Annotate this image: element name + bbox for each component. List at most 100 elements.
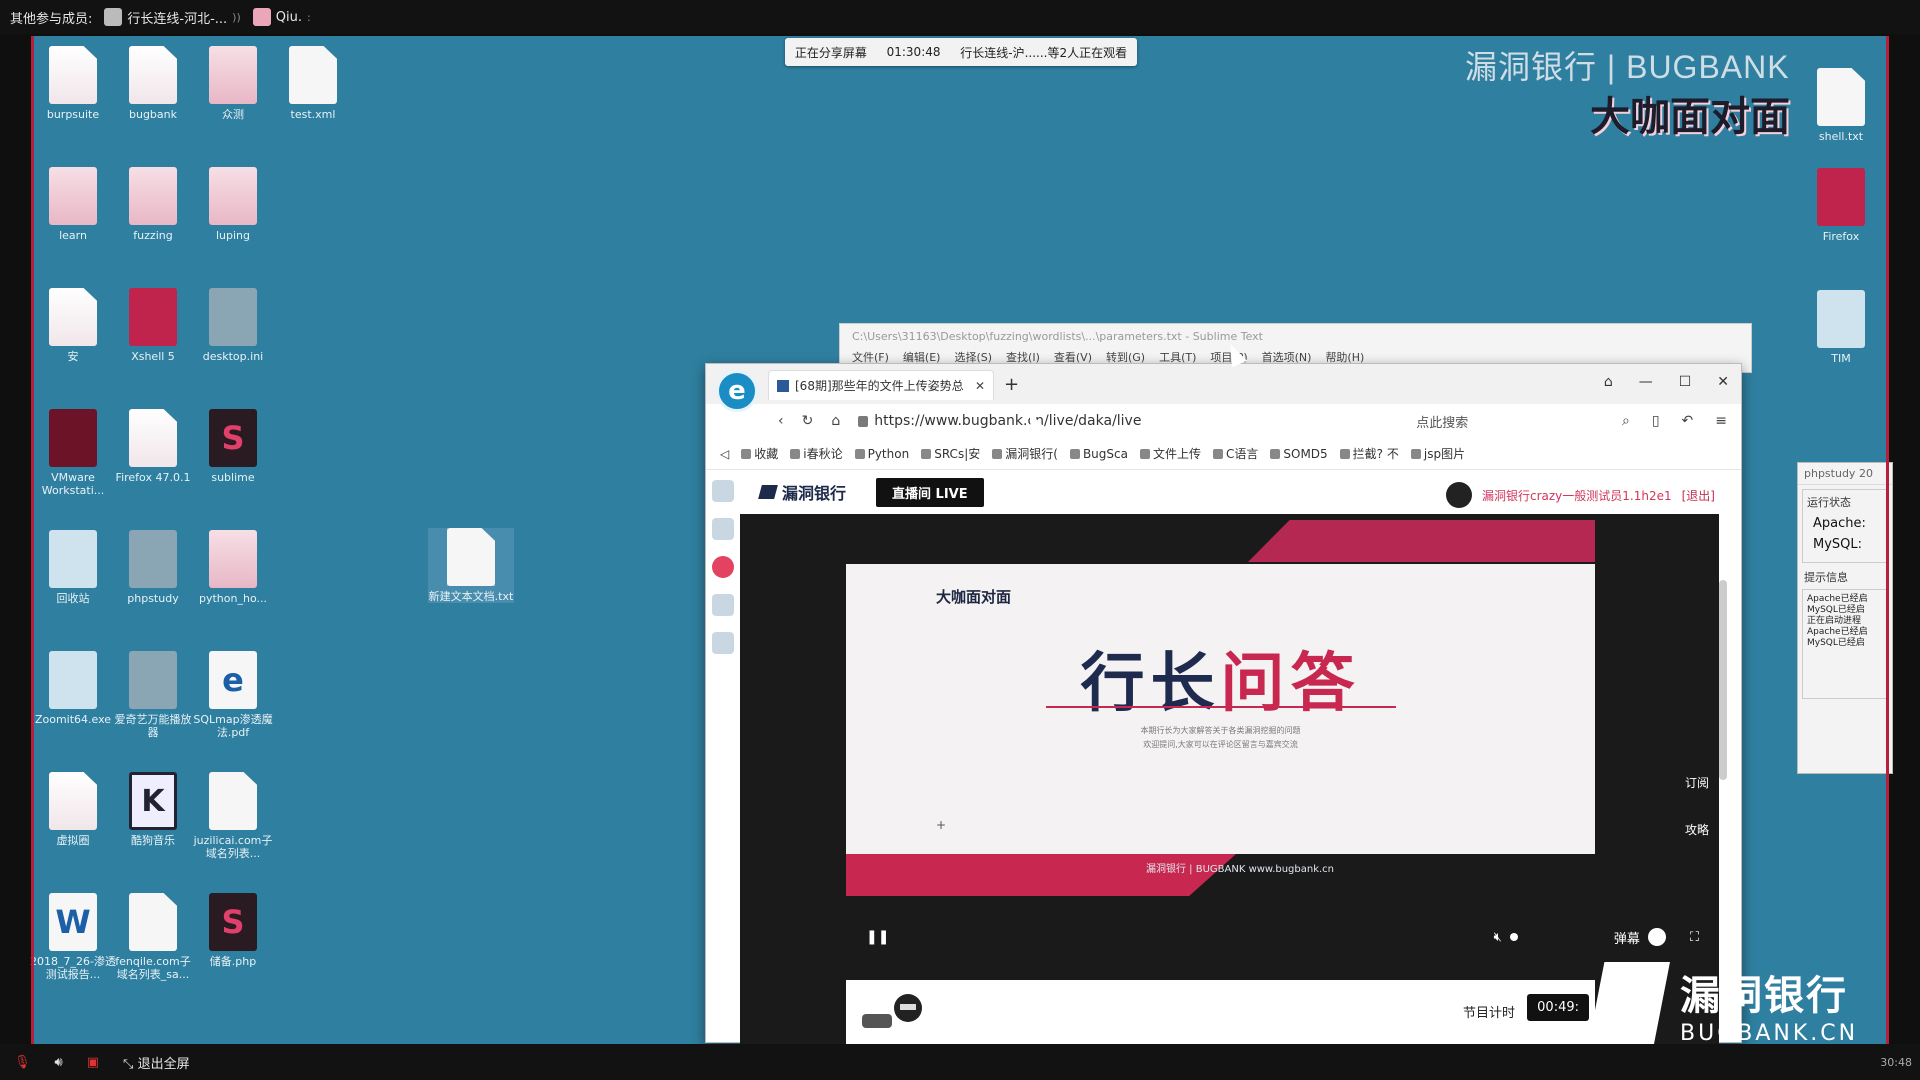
- weibo-icon[interactable]: [712, 556, 734, 578]
- desktop-icon[interactable]: VMware Workstati...: [30, 409, 116, 497]
- page-scrollbar[interactable]: [1719, 580, 1727, 780]
- desktop-icon-label: 虚拟圈: [56, 834, 90, 847]
- desktop-icon[interactable]: learn: [30, 167, 116, 242]
- desktop-icon[interactable]: fenqile.com子域名列表_sa...: [110, 893, 196, 981]
- maximize-icon[interactable]: ☐: [1679, 374, 1692, 390]
- bookmark-item[interactable]: 拦截? 不: [1339, 445, 1399, 462]
- desktop-icon[interactable]: Firefox: [1798, 168, 1884, 243]
- close-icon[interactable]: ✕: [1717, 374, 1729, 390]
- url-field[interactable]: https://www.bugbank.cn/live/daka/live: [858, 413, 1278, 429]
- desktop-icon[interactable]: fuzzing: [110, 167, 196, 242]
- desktop-icon[interactable]: bugbank: [110, 46, 196, 121]
- back-icon[interactable]: ‹: [778, 413, 784, 429]
- bookmark-item[interactable]: 文件上传: [1139, 445, 1201, 462]
- desktop-icon[interactable]: TIM: [1798, 290, 1884, 365]
- desktop-icon[interactable]: 安: [30, 288, 116, 363]
- tab-bar: e [68期]那些年的文件上传姿势总 ✕ + ⌂ — ☐ ✕: [706, 364, 1741, 412]
- fullscreen-icon[interactable]: ⛶: [1690, 930, 1699, 945]
- browser-logo-icon[interactable]: e: [716, 370, 758, 412]
- sidebar-icon[interactable]: [712, 632, 734, 654]
- close-tab-icon[interactable]: ✕: [975, 379, 985, 393]
- new-tab-icon[interactable]: +: [1004, 374, 1019, 395]
- desktop-icon[interactable]: W 2018_7_26-渗透测试报告...: [30, 893, 116, 981]
- desktop-icon[interactable]: Zoomit64.exe: [30, 651, 116, 726]
- shirt-icon[interactable]: ⌂: [1604, 374, 1613, 390]
- browser-tab[interactable]: [68期]那些年的文件上传姿势总 ✕: [768, 370, 994, 400]
- exit-fullscreen-button[interactable]: ⤡ 退出全屏: [123, 1053, 190, 1072]
- desktop-icon[interactable]: Firefox 47.0.1: [110, 409, 196, 484]
- pause-icon[interactable]: ❚❚: [866, 929, 889, 945]
- mic-muted-icon[interactable]: 🎙︎: [14, 1055, 31, 1070]
- bookmark-item[interactable]: SOMD5: [1270, 447, 1328, 461]
- desktop-icon[interactable]: juzilicai.com子域名列表...: [190, 772, 276, 860]
- desktop-icon-label: 众测: [222, 108, 244, 121]
- speaker-icon[interactable]: 🔊︎: [55, 1055, 63, 1070]
- camera-off-icon[interactable]: ▣: [87, 1055, 99, 1070]
- bookmark-item[interactable]: C语言: [1212, 445, 1258, 462]
- frame-edge: [31, 36, 34, 1044]
- desktop-icon[interactable]: e SQLmap渗透魔法.pdf: [190, 651, 276, 739]
- desktop-icon[interactable]: S 储备.php: [190, 893, 276, 968]
- sidebar-icon[interactable]: [712, 518, 734, 540]
- barrage-toggle[interactable]: [1647, 928, 1666, 946]
- sidebar-icon[interactable]: [712, 480, 734, 502]
- subscribe-button[interactable]: 订阅: [1685, 774, 1709, 791]
- desktop-icon[interactable]: phpstudy: [110, 530, 196, 605]
- desktop-icon[interactable]: 回收站: [30, 530, 116, 605]
- bookmark-item[interactable]: SRCs|安: [921, 445, 980, 462]
- bookmark-item[interactable]: 漏洞银行(: [992, 445, 1058, 462]
- member-item[interactable]: 行长连线-河北-... )): [104, 8, 241, 27]
- live-room-button[interactable]: 直播间 LIVE: [876, 477, 984, 507]
- phpstudy-window[interactable]: phpstudy 20 运行状态 Apache: MySQL: 提示信息 Apa…: [1797, 462, 1893, 774]
- user-name[interactable]: 漏洞银行crazy一般测试员1.1h2e1: [1482, 487, 1672, 504]
- mute-icon[interactable]: 🔇︎: [1494, 930, 1502, 945]
- collapse-icon[interactable]: ◁: [720, 447, 729, 461]
- desktop-icon[interactable]: luping: [190, 167, 276, 242]
- bookmark-item[interactable]: i春秋论: [790, 445, 843, 462]
- guide-button[interactable]: 攻略: [1685, 821, 1709, 838]
- file-icon: [209, 167, 257, 225]
- bookmark-icon[interactable]: ▯: [1652, 413, 1660, 429]
- desktop-icon[interactable]: 新建文本文档.txt: [428, 528, 514, 603]
- player-controls: ❚❚ 🔇︎ 弹幕 ⛶: [846, 922, 1719, 952]
- desktop-icon[interactable]: python_ho...: [190, 530, 276, 605]
- minimize-icon[interactable]: —: [1639, 374, 1653, 390]
- desktop-icon[interactable]: desktop.ini: [190, 288, 276, 363]
- desktop-icon-label: 储备.php: [209, 955, 257, 968]
- browser-window[interactable]: e [68期]那些年的文件上传姿势总 ✕ + ⌂ — ☐ ✕ ‹ ↻ ⌂ htt…: [705, 363, 1742, 1044]
- screen-share-banner[interactable]: 正在分享屏幕 01:30:48 行长连线-沪......等2人正在观看: [785, 38, 1137, 66]
- refresh-icon[interactable]: ↻: [802, 413, 814, 429]
- avatar[interactable]: [1445, 482, 1472, 508]
- volume-slider[interactable]: [1509, 933, 1518, 941]
- site-logo[interactable]: 漏洞银行: [758, 480, 846, 504]
- logo-mark-icon: [758, 485, 778, 499]
- bookmark-item[interactable]: Python: [854, 447, 909, 461]
- toolbar-right: ⌕ ▯ ↶ ≡: [1622, 413, 1727, 429]
- desktop-icon[interactable]: K 酷狗音乐: [110, 772, 196, 847]
- bookmark-item[interactable]: jsp图片: [1410, 445, 1465, 462]
- phpstudy-title: phpstudy 20: [1798, 463, 1892, 485]
- search-field[interactable]: 点此搜索: [1416, 412, 1468, 431]
- logout-link[interactable]: [退出]: [1682, 487, 1715, 504]
- sidebar-icon[interactable]: [712, 594, 734, 616]
- frame-edge: [1886, 36, 1889, 1044]
- desktop-icon[interactable]: Ssublime: [190, 409, 276, 484]
- desktop-icon[interactable]: 爱奇艺万能播放器: [110, 651, 196, 739]
- undo-icon[interactable]: ↶: [1682, 413, 1694, 429]
- desktop-icon[interactable]: burpsuite: [30, 46, 116, 121]
- share-elapsed: 01:30:48: [886, 45, 941, 59]
- search-icon[interactable]: ⌕: [1622, 413, 1630, 429]
- desktop-icon[interactable]: test.xml: [270, 46, 356, 121]
- desktop-icon[interactable]: 虚拟圈: [30, 772, 116, 847]
- desktop-icon-label: juzilicai.com子域名列表...: [193, 834, 273, 860]
- desktop-icon-label: 2018_7_26-渗透测试报告...: [30, 955, 116, 981]
- desktop-icon[interactable]: Xshell 5: [110, 288, 196, 363]
- member-item[interactable]: Qiu. :: [252, 8, 311, 26]
- home-icon[interactable]: ⌂: [831, 413, 840, 429]
- video-player[interactable]: 大咖面对面 行长问答 本期行长为大家解答关于各类漏洞挖掘的问题 欢迎提问,大家可…: [740, 514, 1719, 1044]
- desktop-icon[interactable]: shell.txt: [1798, 68, 1884, 143]
- bookmark-item[interactable]: BugSca: [1069, 447, 1128, 461]
- bookmark-item[interactable]: 收藏: [741, 445, 778, 462]
- menu-icon[interactable]: ≡: [1715, 413, 1727, 429]
- desktop-icon[interactable]: 众测: [190, 46, 276, 121]
